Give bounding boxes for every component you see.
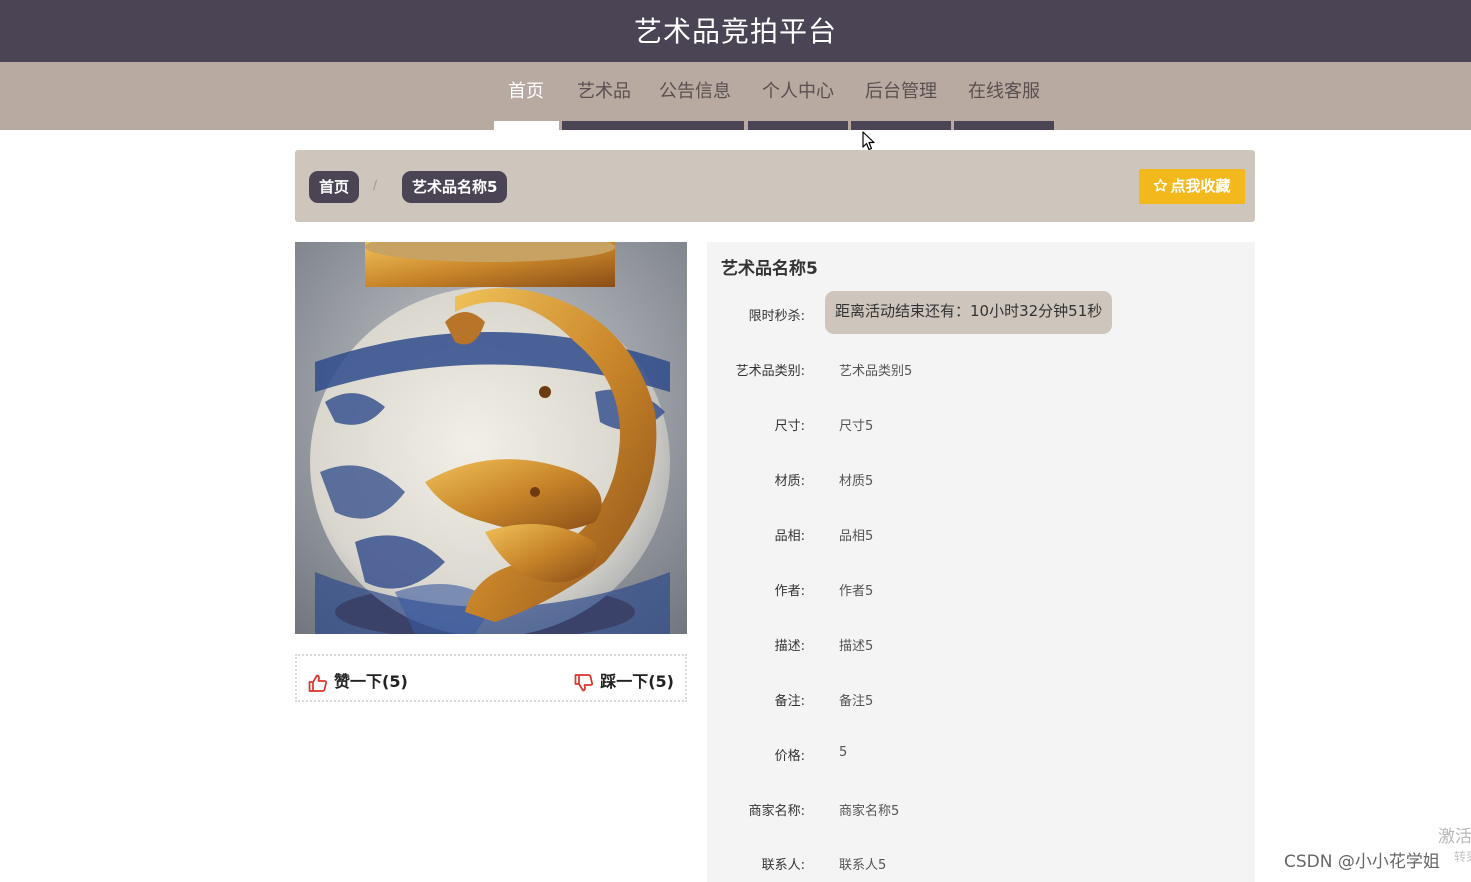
artwork-title: 艺术品名称5: [721, 259, 818, 279]
vote-box: 赞一下(5) 踩一下(5): [295, 654, 687, 702]
nav-underline: [851, 121, 951, 130]
nav-underline: [954, 121, 1054, 130]
thumbs-up-icon: [308, 674, 327, 692]
csdn-watermark: CSDN @小小花学姐: [1284, 852, 1440, 872]
mouse-cursor-icon: [862, 131, 875, 151]
nav-item-online-service[interactable]: 在线客服: [968, 77, 1040, 103]
thumbs-down-icon: [574, 673, 594, 691]
dislike-label: 踩一下(5): [600, 672, 674, 691]
star-outline-icon: [1154, 178, 1168, 192]
field-label-category: 艺术品类别:: [735, 364, 805, 379]
nav-item-artworks[interactable]: 艺术品: [577, 77, 631, 103]
site-title: 艺术品竞拍平台: [633, 15, 837, 48]
field-label-merchant: 商家名称:: [748, 804, 805, 819]
nav-item-admin[interactable]: 后台管理: [865, 77, 937, 103]
field-value-remarks: 备注5: [839, 694, 874, 709]
field-label-remarks: 备注:: [774, 694, 805, 709]
field-value-material: 材质5: [839, 474, 874, 489]
field-label-author: 作者:: [774, 584, 805, 599]
field-value-size: 尺寸5: [839, 419, 874, 434]
nav-item-announcements[interactable]: 公告信息: [659, 77, 731, 103]
field-value-price: 5: [839, 745, 848, 760]
field-value-category: 艺术品类别5: [839, 364, 913, 379]
field-value-condition: 品相5: [839, 529, 874, 544]
field-value-merchant: 商家名称5: [839, 804, 900, 819]
product-image: [295, 242, 687, 634]
field-value-contact: 联系人5: [839, 858, 887, 873]
like-button[interactable]: 赞一下(5): [308, 668, 408, 692]
countdown-timer: 距离活动结束还有：10小时32分钟51秒: [825, 291, 1113, 334]
windows-activation-text: 激活: [1438, 827, 1471, 847]
breadcrumb-current[interactable]: 艺术品名称5: [402, 171, 508, 203]
breadcrumb-home[interactable]: 首页: [309, 171, 360, 203]
breadcrumb-separator: /: [373, 178, 378, 192]
dislike-button[interactable]: 踩一下(5): [574, 668, 674, 692]
nav-item-personal-center[interactable]: 个人中心: [762, 77, 834, 103]
field-label-description: 描述:: [774, 639, 805, 654]
main-navigation: 首页 艺术品 公告信息 个人中心 后台管理 在线客服: [0, 62, 1471, 130]
field-value-description: 描述5: [839, 639, 874, 654]
like-label: 赞一下(5): [334, 672, 408, 691]
nav-underline: [562, 121, 744, 130]
field-label-condition: 品相:: [774, 529, 805, 544]
windows-activation-subtext: 转到: [1454, 850, 1471, 864]
nav-underline: [748, 121, 848, 130]
nav-active-indicator: [494, 121, 559, 130]
nav-item-home[interactable]: 首页: [508, 77, 544, 103]
field-label-material: 材质:: [774, 474, 805, 489]
field-label-price: 价格:: [774, 749, 805, 764]
top-header-bar: 艺术品竞拍平台: [0, 0, 1471, 62]
field-label-size: 尺寸:: [774, 419, 805, 434]
artwork-detail-panel: 艺术品名称5 限时秒杀: 距离活动结束还有：10小时32分钟51秒 艺术品类别:…: [707, 242, 1255, 882]
breadcrumb: 首页 / 艺术品名称5 点我收藏: [295, 150, 1255, 222]
favorite-button-label: 点我收藏: [1170, 177, 1231, 195]
porcelain-jar-image: [295, 242, 687, 634]
flash-sale-label: 限时秒杀:: [748, 309, 805, 324]
field-label-contact: 联系人:: [761, 858, 805, 873]
favorite-button[interactable]: 点我收藏: [1139, 169, 1245, 204]
field-value-author: 作者5: [839, 584, 874, 599]
